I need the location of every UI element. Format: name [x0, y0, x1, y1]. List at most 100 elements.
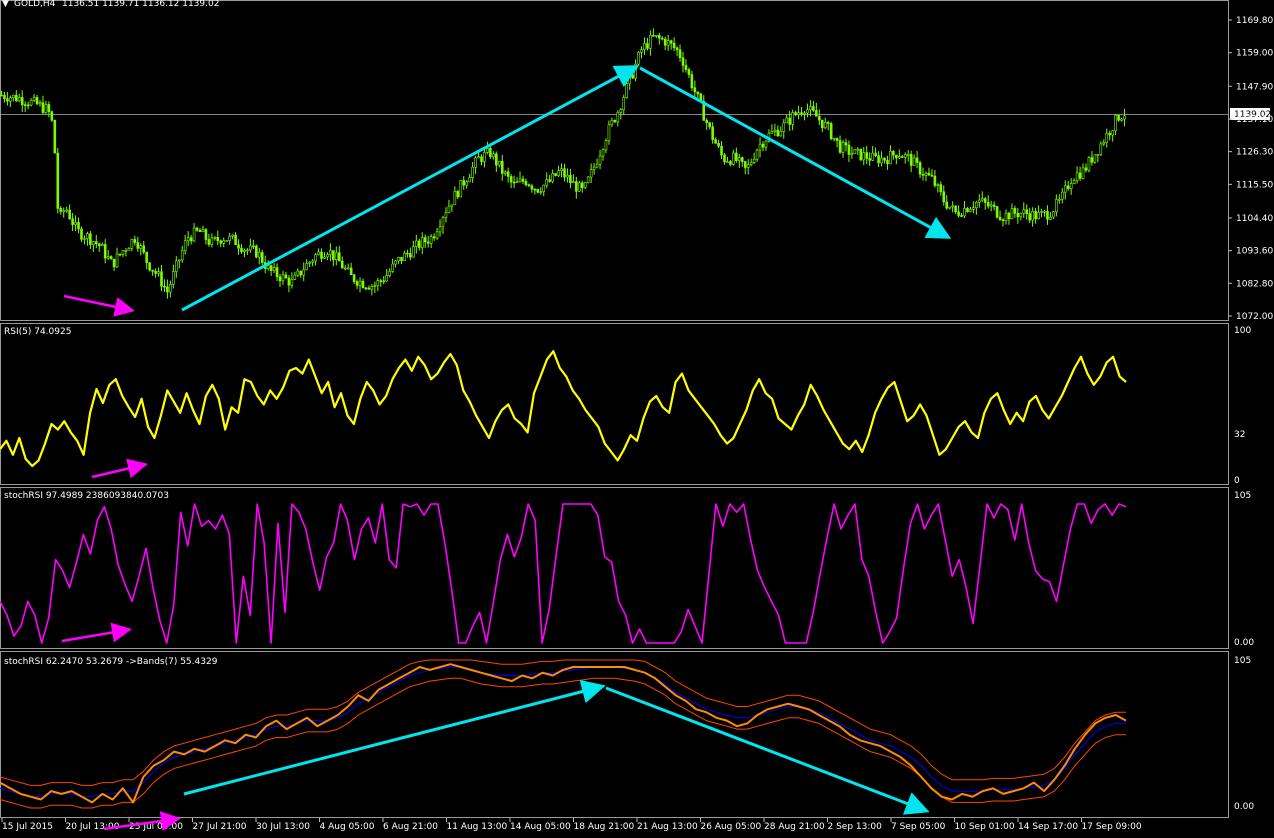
time-tick-label: 21 Aug 13:00 [637, 822, 698, 832]
candle-body [628, 74, 631, 85]
candle-body [604, 140, 608, 151]
candle-body [266, 265, 270, 269]
candle-body [1055, 199, 1058, 213]
price-tick-label: 1093.60 [1236, 247, 1273, 257]
candle-body [320, 251, 323, 259]
candle-body [930, 174, 934, 177]
bands-axis-label-top: 105 [1234, 656, 1251, 666]
candle-body [1081, 167, 1085, 179]
candle-body [50, 111, 54, 121]
candle-body [1034, 211, 1037, 220]
candle-body [512, 181, 516, 184]
candle-body [1117, 115, 1120, 121]
candle-body [1043, 210, 1046, 213]
candle-body [663, 38, 667, 46]
candle-body [895, 154, 898, 159]
candle-body [542, 184, 546, 193]
candle-body [1084, 167, 1088, 171]
candle-body [598, 155, 602, 165]
candle-body [388, 271, 391, 276]
candle-body [447, 205, 451, 214]
candle-body [429, 236, 433, 244]
candle-body [646, 43, 649, 49]
candle-body [912, 157, 916, 166]
candle-body [417, 240, 421, 248]
candle-body [640, 49, 643, 53]
candle-body [915, 157, 919, 163]
candle-body [74, 222, 77, 225]
candle-body [255, 245, 258, 258]
candle-body [607, 124, 611, 142]
candle-body [145, 251, 148, 263]
candle-body [616, 112, 620, 123]
candle-body [515, 181, 519, 184]
candle-body [252, 245, 255, 248]
candle-body [936, 184, 940, 186]
candle-body [243, 249, 246, 253]
symbol-arrow-icon[interactable]: ▼ [2, 0, 9, 9]
candle-body [838, 140, 842, 153]
candle-body [346, 267, 350, 270]
candle-body [826, 122, 830, 124]
candle-body [228, 235, 231, 241]
candle-body [880, 157, 883, 164]
candle-body [1096, 154, 1100, 156]
candle-body [1031, 211, 1034, 221]
candle-body [456, 190, 460, 198]
trading-chart[interactable]: ▼ GOLD,H4 1136.51 1139.71 1136.12 1139.0… [0, 0, 1274, 838]
candle-body [992, 204, 996, 207]
candle-body [868, 158, 871, 161]
candle-body [432, 236, 436, 239]
candle-body [749, 162, 753, 165]
stoch-axis-label-bottom: 0.00 [1234, 638, 1254, 648]
candle-body [684, 65, 688, 70]
candle-body [412, 246, 415, 258]
candle-body [352, 274, 356, 282]
candle-body [1025, 209, 1029, 214]
candle-body [898, 156, 901, 159]
candle-body [524, 181, 528, 185]
candle-body [539, 191, 543, 194]
candle-body [3, 94, 6, 99]
candle-body [554, 173, 557, 176]
candle-body [246, 249, 249, 252]
candle-body [100, 244, 104, 247]
candle-body [966, 207, 969, 213]
candle-body [492, 153, 495, 158]
candle-body [980, 198, 984, 201]
candle-body [1052, 211, 1055, 218]
candle-body [998, 216, 1002, 221]
candle-body [77, 222, 80, 230]
time-tick-label: 4 Aug 05:00 [320, 822, 375, 832]
candle-body [720, 145, 723, 156]
candle-body [172, 271, 175, 285]
candle-body [444, 212, 448, 218]
candle-body [1001, 219, 1005, 222]
candle-body [586, 176, 590, 183]
candle-body [521, 178, 525, 182]
candle-body [189, 237, 193, 242]
candle-body [927, 172, 931, 176]
candle-body [358, 280, 362, 286]
candle-body [326, 254, 329, 258]
price-tick-label: 1115.50 [1236, 180, 1273, 190]
candle-body [367, 287, 371, 290]
candle-body [669, 40, 673, 44]
candle-body [234, 234, 237, 246]
candle-body [889, 151, 892, 165]
candle-body [415, 240, 418, 247]
candle-body [20, 97, 24, 105]
candle-body [136, 242, 140, 249]
rsi-title: RSI(5) 74.0925 [4, 327, 71, 337]
candle-body [509, 176, 513, 183]
candle-body [219, 240, 223, 244]
candle-body [269, 265, 273, 271]
candle-body [441, 217, 445, 228]
candle-body [942, 191, 946, 203]
candle-body [503, 171, 507, 174]
candle-body [118, 253, 122, 256]
candle-body [35, 97, 39, 105]
candle-body [1060, 191, 1064, 200]
candle-body [130, 239, 134, 249]
chart-background [0, 0, 1274, 838]
